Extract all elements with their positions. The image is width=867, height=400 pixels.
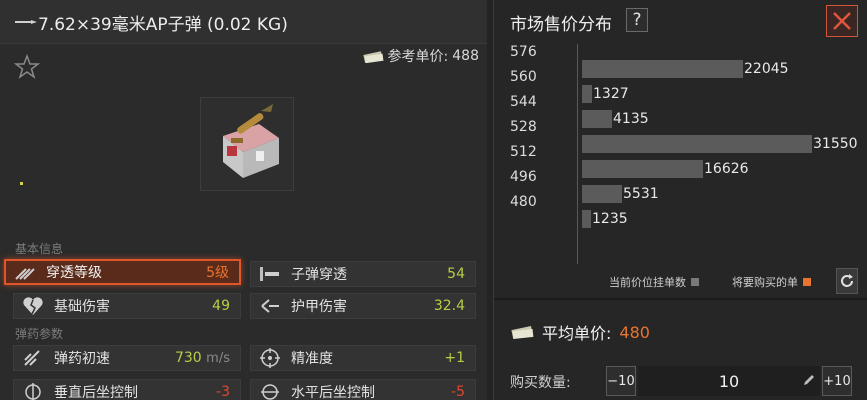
y-tick-label: 576 (510, 44, 537, 60)
price-distribution-chart: 576 560 544 528 512 496 480 22045 1327 4135 31550 1… (494, 42, 867, 268)
stat-name: 精准度 (291, 351, 333, 367)
bullet-icon (15, 20, 37, 24)
indicator-dot (20, 182, 23, 185)
item-title-bar: 7.62×39毫米AP子弹 (0.02 KG) (0, 0, 487, 44)
quantity-plus-button[interactable]: +10 (822, 366, 852, 396)
close-button[interactable] (826, 5, 858, 37)
stat-value: -3 (216, 384, 230, 400)
section-ammo-params: 弹药参数 (15, 327, 64, 341)
bar[interactable] (582, 160, 703, 178)
refresh-icon (841, 274, 853, 287)
average-price: 平均单价: 480 (510, 320, 650, 344)
y-tick-label: 496 (510, 169, 537, 185)
section-divider (494, 298, 867, 300)
stat-name: 水平后坐控制 (291, 385, 375, 400)
help-button[interactable]: ? (626, 8, 648, 32)
stat-value: -5 (451, 384, 465, 400)
market-panel: 市场售价分布 ? 576 560 544 528 512 496 480 22045 1327 4… (493, 0, 867, 400)
item-image (200, 97, 294, 191)
stat-name: 垂直后坐控制 (54, 385, 138, 400)
close-icon (833, 12, 851, 30)
stat-value: 730 m/s (174, 350, 230, 366)
stat-penetration-level[interactable]: 穿透等级 5级 (4, 259, 241, 285)
average-price-value: 480 (619, 322, 650, 342)
legend-current-orders: 当前价位挂单数 (609, 274, 699, 290)
bar[interactable] (582, 210, 591, 228)
edit-pencil-icon[interactable] (802, 373, 816, 387)
armor-damage-icon (255, 294, 285, 318)
average-price-label: 平均单价: (542, 324, 612, 343)
y-tick-label: 560 (510, 69, 537, 85)
bar[interactable] (582, 60, 743, 78)
crosshair-icon (255, 346, 285, 370)
stat-base-damage[interactable]: 基础伤害 49 (13, 293, 241, 319)
section-basic-info: 基本信息 (15, 242, 64, 256)
stat-value: 54 (447, 266, 465, 282)
stat-name: 穿透等级 (46, 265, 102, 281)
quantity-minus-button[interactable]: −10 (606, 366, 636, 396)
bar-value-label: 16626 (704, 161, 749, 177)
ammo-box-icon (223, 104, 279, 178)
reference-price-label: 参考单价: (387, 49, 449, 65)
y-tick-label: 544 (510, 94, 537, 110)
stat-value: +1 (444, 350, 465, 366)
stat-muzzle-velocity[interactable]: 弹药初速 730 m/s (13, 345, 241, 371)
stat-value: 32.4 (433, 298, 465, 314)
stat-armor-damage[interactable]: 护甲伤害 32.4 (250, 293, 476, 319)
bar[interactable] (582, 185, 622, 203)
stat-horizontal-recoil[interactable]: 水平后坐控制 -5 (250, 379, 476, 400)
quantity-label: 购买数量: (510, 375, 571, 391)
item-title: 7.62×39毫米AP子弹 (0.02 KG) (38, 15, 288, 35)
bullet-pierce-icon (255, 262, 285, 286)
quantity-input[interactable]: 10 (638, 366, 820, 396)
stat-value: 49 (212, 298, 230, 314)
item-detail-panel: 7.62×39毫米AP子弹 (0.02 KG) 参考单价: 488 基本信息 穿透… (0, 0, 487, 400)
penetration-icon (10, 260, 40, 284)
y-tick-label: 512 (510, 144, 537, 160)
refresh-button[interactable] (836, 268, 858, 294)
stat-name: 护甲伤害 (291, 299, 347, 315)
bar[interactable] (582, 85, 592, 103)
y-tick-label: 528 (510, 119, 537, 135)
chart-axis-line (577, 44, 578, 264)
bar-value-label: 5531 (623, 186, 659, 202)
legend-gray-swatch (691, 278, 699, 286)
reference-price: 参考单价: 488 (362, 46, 479, 66)
favorite-star-icon[interactable] (14, 54, 40, 80)
reference-price-value: 488 (452, 48, 479, 64)
stat-vertical-recoil[interactable]: 垂直后坐控制 -3 (13, 379, 241, 400)
broken-heart-icon (18, 294, 48, 318)
bar-value-label: 4135 (613, 111, 649, 127)
stat-value: 5级 (206, 265, 229, 281)
bar-value-label: 22045 (744, 61, 789, 77)
horizontal-recoil-icon (255, 380, 285, 400)
bar-value-label: 1327 (593, 86, 629, 102)
money-icon (511, 326, 534, 340)
stat-accuracy[interactable]: 精准度 +1 (250, 345, 476, 371)
stat-name: 弹药初速 (54, 351, 110, 367)
money-icon (362, 51, 384, 63)
y-tick-label: 480 (510, 194, 537, 210)
velocity-icon (18, 346, 48, 370)
vertical-recoil-icon (18, 380, 48, 400)
market-title: 市场售价分布 (510, 15, 612, 35)
legend-orange-swatch (803, 278, 811, 286)
legend-to-buy: 将要购买的单 (732, 274, 811, 290)
bar-value-label: 1235 (592, 211, 628, 227)
bar[interactable] (582, 135, 812, 153)
bar-value-label: 31550 (813, 136, 858, 152)
stat-name: 子弹穿透 (291, 267, 347, 283)
stat-name: 基础伤害 (54, 299, 110, 315)
bar[interactable] (582, 110, 612, 128)
stat-bullet-penetration[interactable]: 子弹穿透 54 (250, 261, 476, 287)
